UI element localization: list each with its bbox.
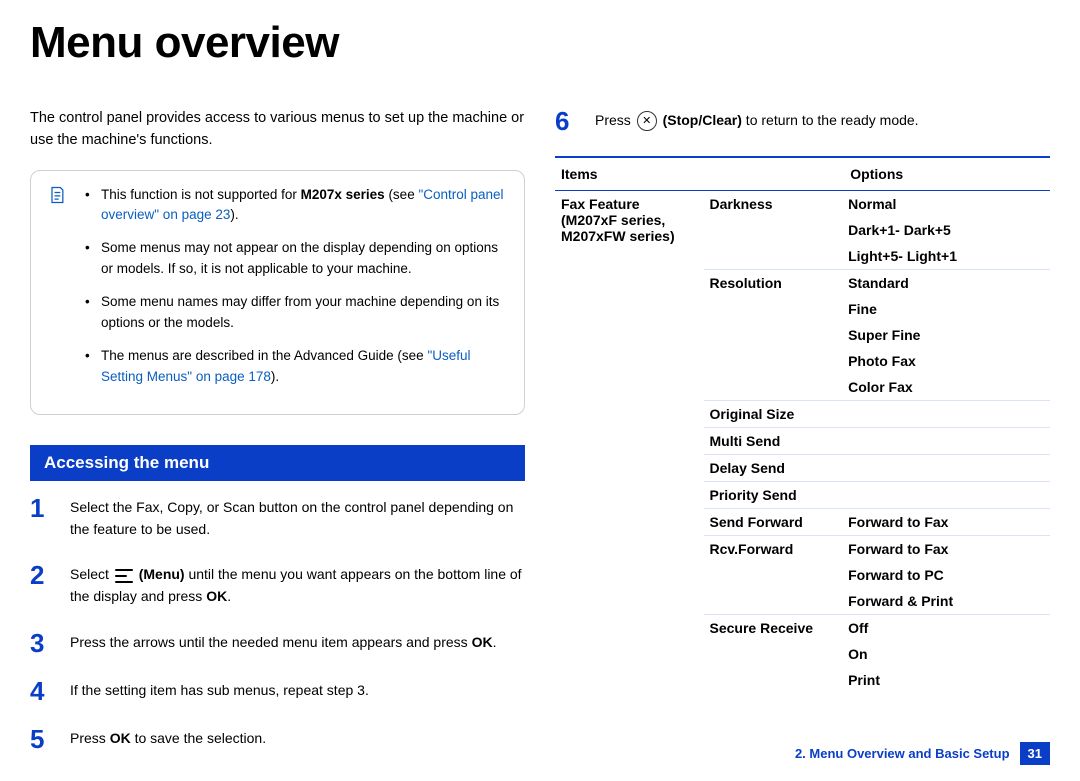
options-table: Items Options Fax Feature(M207xF series,…: [555, 156, 1050, 693]
steps-list-continued: 6 Press ✕ (Stop/Clear) to return to the r…: [555, 108, 1050, 134]
page-title: Menu overview: [30, 18, 1050, 68]
step-text: Select (Menu) until the menu you want ap…: [70, 562, 525, 607]
step-6: 6 Press ✕ (Stop/Clear) to return to the r…: [555, 108, 1050, 134]
cross-reference-link[interactable]: "Useful Setting Menus" on page 178: [101, 348, 471, 384]
steps-list: 1 Select the Fax, Copy, or Scan button on…: [30, 495, 525, 752]
sub-item-cell: Secure Receive: [704, 615, 843, 694]
page: Menu overview The control panel provides…: [0, 18, 1080, 781]
option-cell: Forward to PC: [842, 562, 1050, 588]
note-item: The menus are described in the Advanced …: [95, 346, 506, 388]
option-cell: Forward & Print: [842, 588, 1050, 615]
stop-clear-icon: ✕: [637, 111, 657, 131]
sub-item-cell: Resolution: [704, 270, 843, 401]
step-number: 4: [30, 678, 52, 704]
option-cell: Off: [842, 615, 1050, 642]
option-cell: [842, 455, 1050, 482]
section-heading-bar: Accessing the menu: [30, 445, 525, 481]
table-row: Fax Feature(M207xF series,M207xFW series…: [555, 191, 1050, 218]
option-cell: Forward to Fax: [842, 536, 1050, 563]
option-cell: Photo Fax: [842, 348, 1050, 374]
sub-item-cell: Rcv.Forward: [704, 536, 843, 615]
step-1: 1 Select the Fax, Copy, or Scan button on…: [30, 495, 525, 540]
note-item: Some menu names may differ from your mac…: [95, 292, 506, 334]
note-item: Some menus may not appear on the display…: [95, 238, 506, 280]
table-header-items: Items: [555, 157, 704, 191]
sub-item-cell: Priority Send: [704, 482, 843, 509]
step-number: 1: [30, 495, 52, 521]
option-cell: Fine: [842, 296, 1050, 322]
right-column: 6 Press ✕ (Stop/Clear) to return to the r…: [555, 78, 1050, 774]
menu-icon: [115, 568, 133, 584]
step-text: If the setting item has sub menus, repea…: [70, 678, 369, 702]
intro-paragraph: The control panel provides access to var…: [30, 108, 525, 152]
step-number: 2: [30, 562, 52, 588]
table-header-options: Options: [704, 157, 1051, 191]
note-item: This function is not supported for M207x…: [95, 185, 506, 227]
option-cell: On: [842, 641, 1050, 667]
note-box: This function is not supported for M207x…: [30, 170, 525, 415]
option-cell: [842, 428, 1050, 455]
step-text: Select the Fax, Copy, or Scan button on …: [70, 495, 525, 540]
sub-item-cell: Multi Send: [704, 428, 843, 455]
sub-item-cell: Send Forward: [704, 509, 843, 536]
step-text: Press the arrows until the needed menu i…: [70, 630, 496, 654]
option-cell: Forward to Fax: [842, 509, 1050, 536]
option-cell: Normal: [842, 191, 1050, 218]
footer-chapter: 2. Menu Overview and Basic Setup: [795, 746, 1010, 761]
note-icon: [47, 185, 67, 205]
left-column: The control panel provides access to var…: [30, 78, 525, 774]
sub-item-cell: Darkness: [704, 191, 843, 270]
step-text: Press OK to save the selection.: [70, 726, 266, 750]
step-number: 5: [30, 726, 52, 752]
two-column-layout: The control panel provides access to var…: [30, 78, 1050, 774]
option-cell: Print: [842, 667, 1050, 693]
option-cell: Light+5- Light+1: [842, 243, 1050, 270]
option-cell: Super Fine: [842, 322, 1050, 348]
step-5: 5 Press OK to save the selection.: [30, 726, 525, 752]
option-cell: Standard: [842, 270, 1050, 297]
sub-item-cell: Delay Send: [704, 455, 843, 482]
items-cell: Fax Feature(M207xF series,M207xFW series…: [555, 191, 704, 694]
option-cell: Dark+1- Dark+5: [842, 217, 1050, 243]
step-3: 3 Press the arrows until the needed menu …: [30, 630, 525, 656]
option-cell: Color Fax: [842, 374, 1050, 401]
page-footer: 2. Menu Overview and Basic Setup 31: [785, 742, 1050, 765]
footer-page-number: 31: [1020, 742, 1050, 765]
sub-item-cell: Original Size: [704, 401, 843, 428]
step-text: Press ✕ (Stop/Clear) to return to the re…: [595, 108, 919, 132]
step-number: 3: [30, 630, 52, 656]
option-cell: [842, 482, 1050, 509]
step-4: 4 If the setting item has sub menus, repe…: [30, 678, 525, 704]
option-cell: [842, 401, 1050, 428]
step-2: 2 Select (Menu) until the menu you want a…: [30, 562, 525, 607]
step-number: 6: [555, 108, 577, 134]
